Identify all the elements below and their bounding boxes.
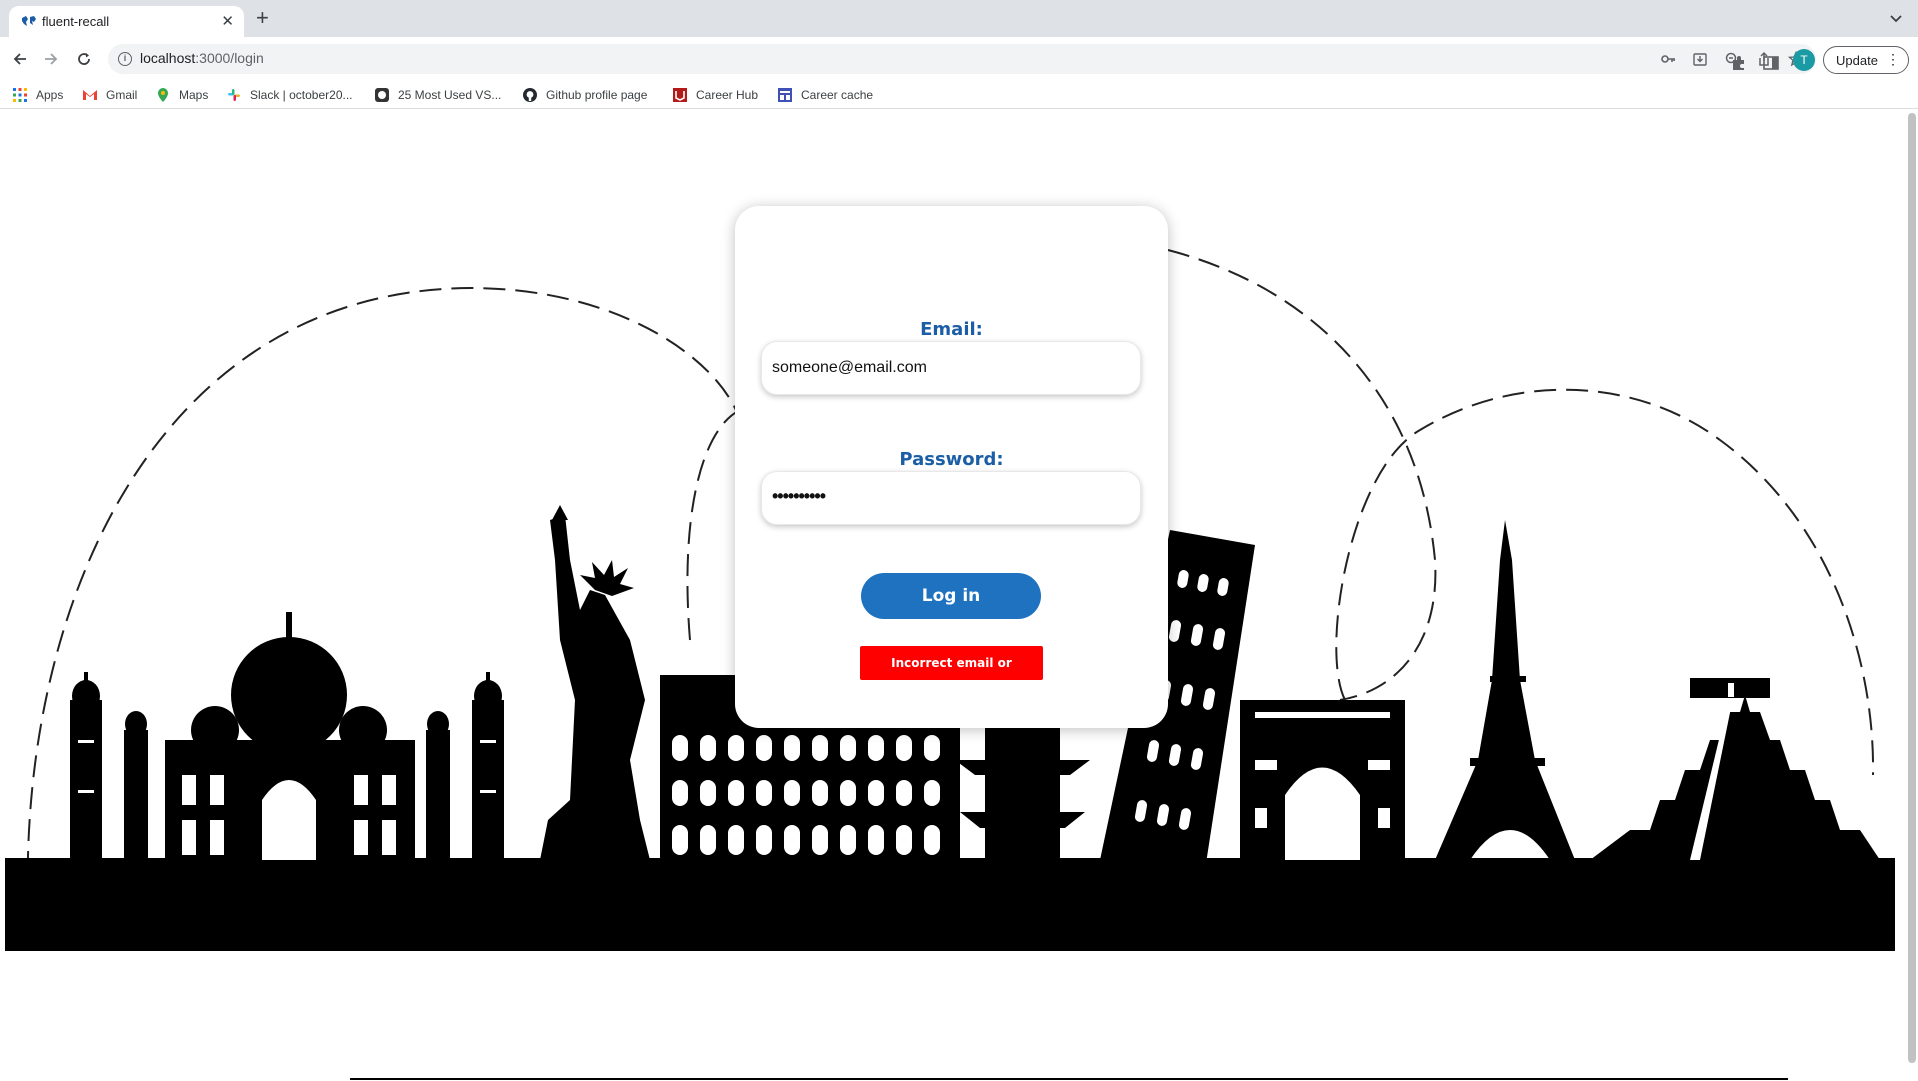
address-bar[interactable]: i localhost:3000/login	[108, 44, 1816, 74]
chevron-down-icon[interactable]	[1888, 10, 1904, 26]
bookmark-career-hub[interactable]: Career Hub	[672, 85, 758, 105]
bookmark-label: Maps	[179, 88, 209, 102]
bookmark-vs-code[interactable]: 25 Most Used VS...	[374, 85, 501, 105]
login-card: Email: someone@email.com Password: •••••…	[735, 206, 1168, 728]
world-map-icon	[22, 16, 36, 26]
career-cache-icon	[778, 88, 792, 102]
bookmark-label: Gmail	[106, 88, 138, 102]
career-hub-icon	[673, 88, 687, 102]
page-viewport: Email: someone@email.com Password: •••••…	[0, 110, 1918, 1081]
tab-title: fluent-recall	[42, 14, 110, 29]
key-icon[interactable]	[1660, 51, 1676, 67]
close-tab-icon[interactable]: ✕	[221, 12, 234, 30]
browser-toolbar: i localhost:3000/login	[0, 37, 1918, 81]
url-text: localhost:3000/login	[140, 50, 264, 66]
bookmark-slack[interactable]: Slack | october20...	[226, 85, 353, 105]
bookmark-label: Career Hub	[696, 88, 759, 102]
vertical-scrollbar[interactable]	[1908, 113, 1916, 1063]
extensions-puzzle-icon[interactable]	[1730, 54, 1748, 72]
email-field[interactable]: someone@email.com	[761, 341, 1141, 395]
password-mask: ••••••••••	[772, 486, 826, 506]
email-value: someone@email.com	[772, 359, 927, 376]
side-panel-icon[interactable]	[1762, 54, 1780, 72]
site-info-icon[interactable]: i	[118, 52, 132, 66]
bookmark-label: 25 Most Used VS...	[398, 88, 502, 102]
divider-line	[350, 1078, 1788, 1080]
bookmark-label: Github profile page	[546, 88, 648, 102]
back-arrow-icon[interactable]	[8, 47, 32, 71]
update-button[interactable]: Update ⋮	[1823, 46, 1909, 74]
bookmark-apps[interactable]: Apps	[12, 85, 63, 105]
bookmark-label: Career cache	[801, 88, 874, 102]
apps-grid-icon	[13, 88, 27, 102]
bookmark-gmail[interactable]: Gmail	[82, 85, 137, 105]
email-label: Email:	[920, 319, 983, 340]
bookmark-label: Apps	[36, 88, 64, 102]
bookmark-career-cache[interactable]: Career cache	[777, 85, 873, 105]
github-icon	[523, 88, 537, 102]
browser-tab[interactable]: fluent-recall ✕	[9, 6, 244, 37]
slack-icon	[228, 89, 240, 101]
forward-arrow-icon[interactable]	[39, 47, 63, 71]
new-tab-icon[interactable]: +	[256, 7, 269, 29]
bookmark-label: Slack | october20...	[250, 88, 353, 102]
update-label: Update	[1836, 53, 1878, 68]
reload-icon[interactable]	[72, 47, 96, 71]
password-label: Password:	[899, 449, 1004, 470]
bookmark-github[interactable]: Github profile page	[522, 85, 647, 105]
password-field[interactable]: ••••••••••	[761, 471, 1141, 525]
tab-strip: fluent-recall ✕ +	[0, 0, 1918, 37]
install-app-icon[interactable]	[1692, 51, 1708, 67]
more-menu-icon[interactable]: ⋮	[1886, 51, 1900, 68]
vscode-icon	[375, 88, 389, 102]
maps-pin-icon	[158, 88, 168, 102]
profile-avatar[interactable]: T	[1793, 49, 1815, 71]
bookmark-maps[interactable]: Maps	[155, 85, 208, 105]
error-message: Incorrect email or password	[860, 646, 1043, 704]
bookmarks-bar: Apps Gmail Maps Slack | october20... 25 …	[0, 81, 1918, 109]
gmail-icon	[83, 90, 97, 100]
login-button[interactable]: Log in	[861, 573, 1041, 619]
